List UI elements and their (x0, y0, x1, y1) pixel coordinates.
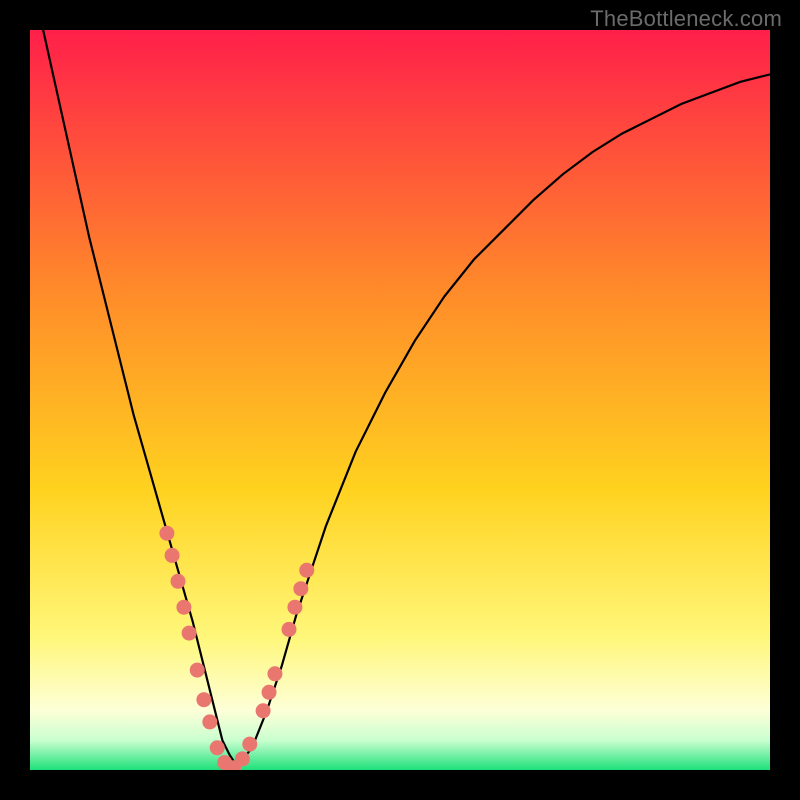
watermark-text: TheBottleneck.com (590, 6, 782, 32)
marker-point (299, 563, 314, 578)
marker-point (262, 685, 277, 700)
plot-area (30, 30, 770, 770)
marker-point (202, 714, 217, 729)
marker-point (190, 663, 205, 678)
marker-point (159, 526, 174, 541)
marker-point (235, 751, 250, 766)
marker-point (182, 626, 197, 641)
marker-point (210, 740, 225, 755)
marker-point (242, 737, 257, 752)
marker-point (287, 600, 302, 615)
marker-point (293, 581, 308, 596)
marker-point (171, 574, 186, 589)
marker-point (196, 692, 211, 707)
marker-point (282, 622, 297, 637)
gradient-background (30, 30, 770, 770)
marker-point (176, 600, 191, 615)
marker-point (267, 666, 282, 681)
marker-point (256, 703, 271, 718)
marker-point (165, 548, 180, 563)
plot-svg (30, 30, 770, 770)
chart-frame: TheBottleneck.com (0, 0, 800, 800)
